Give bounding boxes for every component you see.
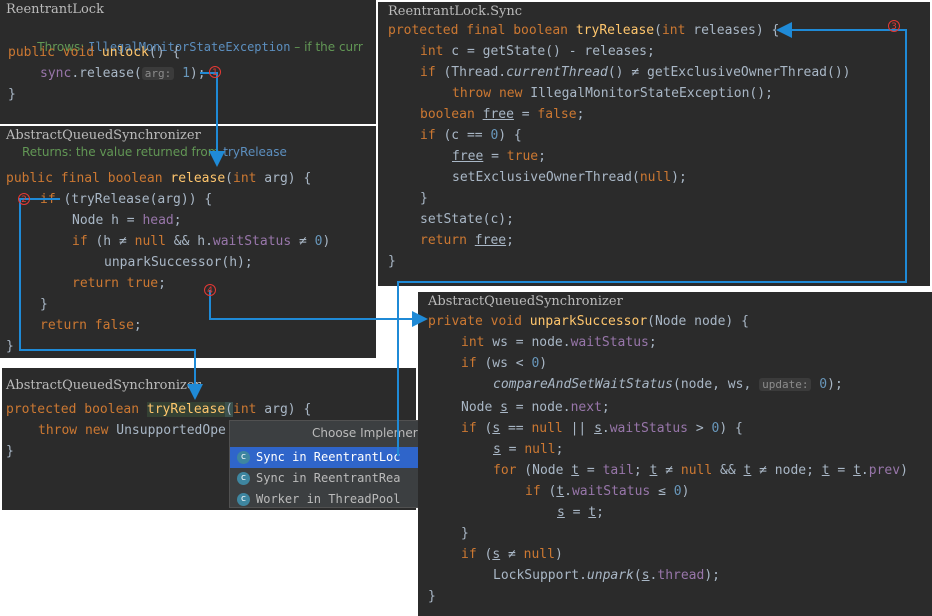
arrow-release-to-tryrelease [19,198,203,400]
marker-2: 2 [18,193,30,205]
arrow-popup-to-sync [397,22,907,456]
marker-3: 3 [888,20,900,32]
arrow-unlock-to-release [200,72,225,167]
marker-4: 4 [204,284,216,296]
flow-arrows [19,22,907,456]
marker-1: 1 [209,66,221,78]
arrow-release-to-unpark [209,290,428,327]
